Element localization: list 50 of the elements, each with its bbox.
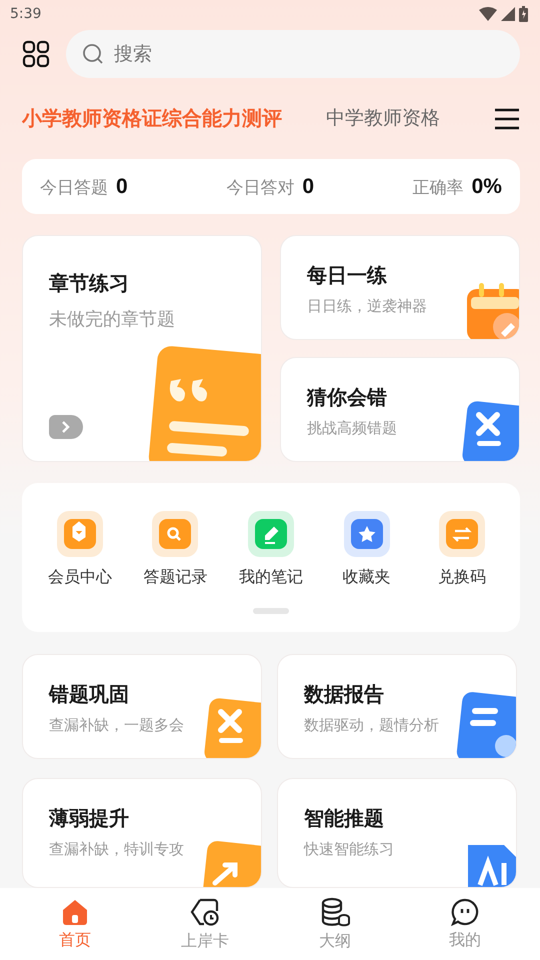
card-title: 猜你会错	[307, 384, 388, 412]
shortcut-item[interactable]: 收藏夹	[318, 511, 414, 588]
tag-clock-icon	[190, 896, 220, 926]
stat-label: 今日答对	[226, 176, 294, 199]
search-icon	[151, 511, 200, 558]
card-subtitle: 查漏补缺，特训专攻	[49, 840, 185, 859]
card-title: 章节练习	[49, 270, 130, 298]
card-title: 错题巩固	[49, 681, 130, 708]
database-icon	[320, 896, 350, 926]
tool-card[interactable]: 数据报告 数据驱动，题情分析	[277, 654, 517, 759]
feature-card[interactable]: 猜你会错 挑战高频错题	[280, 357, 520, 462]
search-icon	[82, 43, 104, 66]
chat-face-icon	[451, 898, 479, 926]
stat-label: 正确率	[412, 176, 464, 199]
signal-icon	[501, 6, 515, 21]
menu-icon	[494, 108, 520, 130]
card-title: 薄弱提升	[49, 805, 130, 832]
card-title: 智能推题	[304, 805, 385, 832]
card-subtitle: 未做完的章节题	[49, 308, 176, 332]
home-icon	[61, 898, 89, 926]
tool-card[interactable]: 智能推题 快速智能练习	[277, 778, 517, 888]
card-title: 每日一练	[307, 262, 388, 290]
tool-card[interactable]: 错题巩固 查漏补缺，一题多会	[22, 654, 262, 759]
wifi-icon	[479, 6, 497, 21]
apps-grid-icon[interactable]	[22, 40, 50, 68]
shortcut-item[interactable]: 兑换码	[414, 511, 510, 588]
subject-tab[interactable]: 中学教师资格	[326, 105, 440, 132]
pencil-note-icon	[246, 511, 295, 558]
chevron-right-icon	[61, 420, 71, 434]
page-indicator	[253, 608, 289, 614]
feature-card[interactable]: 每日一练 日日练，逆袭神器	[280, 235, 520, 340]
shortcut-item[interactable]: 我的笔记	[223, 511, 319, 588]
stat-label: 今日答题	[40, 176, 108, 199]
search-field[interactable]: 搜索	[66, 30, 520, 78]
feature-card[interactable]: 章节练习 未做完的章节题	[22, 235, 262, 462]
battery-icon	[519, 6, 528, 22]
stat-value: 0	[116, 174, 128, 199]
status-time: 5:39	[10, 6, 42, 22]
shortcut-item[interactable]: 答题记录	[128, 511, 224, 588]
card-subtitle: 查漏补缺，一题多会	[49, 716, 185, 735]
card-subtitle: 数据驱动，题情分析	[304, 716, 440, 735]
card-title: 数据报告	[304, 681, 385, 708]
card-subtitle: 快速智能练习	[304, 840, 395, 859]
card-subtitle: 挑战高频错题	[307, 419, 398, 438]
exchange-icon	[438, 511, 486, 558]
stat-value: 0	[302, 174, 314, 199]
stat-value: 0%	[472, 174, 502, 199]
card-subtitle: 日日练，逆袭神器	[307, 297, 428, 316]
tool-card[interactable]: 薄弱提升 查漏补缺，特训专攻	[22, 778, 262, 888]
shortcut-item[interactable]: 会员中心	[32, 511, 128, 588]
